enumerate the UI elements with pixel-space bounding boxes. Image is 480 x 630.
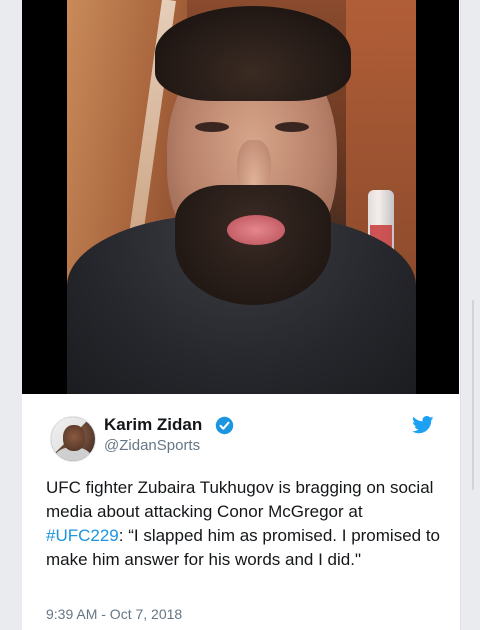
video-frame	[67, 0, 416, 394]
verified-badge-icon	[215, 416, 234, 435]
tweet-timestamp[interactable]: 9:39 AM - Oct 7, 2018	[46, 606, 182, 622]
video-media[interactable]	[22, 0, 459, 394]
tweet-text-before: UFC fighter Zubaira Tukhugov is bragging…	[46, 478, 434, 521]
author-handle[interactable]: @ZidanSports	[104, 437, 200, 454]
scrollbar[interactable]	[472, 300, 474, 490]
author-name[interactable]: Karim Zidan	[104, 415, 202, 435]
page: Karim Zidan @ZidanSports UFC fighter Zub…	[0, 0, 480, 630]
twitter-bird-icon[interactable]	[412, 416, 434, 434]
avatar[interactable]	[50, 416, 96, 462]
beard	[175, 185, 331, 305]
hashtag-link[interactable]: #UFC229	[46, 526, 119, 545]
tweet-text: UFC fighter Zubaira Tukhugov is bragging…	[46, 476, 441, 572]
avatar-head	[63, 425, 85, 451]
left-eye	[195, 122, 229, 132]
right-eye	[275, 122, 309, 132]
mouth	[227, 215, 285, 245]
hair	[155, 6, 351, 101]
tweet-card[interactable]: Karim Zidan @ZidanSports UFC fighter Zub…	[22, 394, 459, 630]
